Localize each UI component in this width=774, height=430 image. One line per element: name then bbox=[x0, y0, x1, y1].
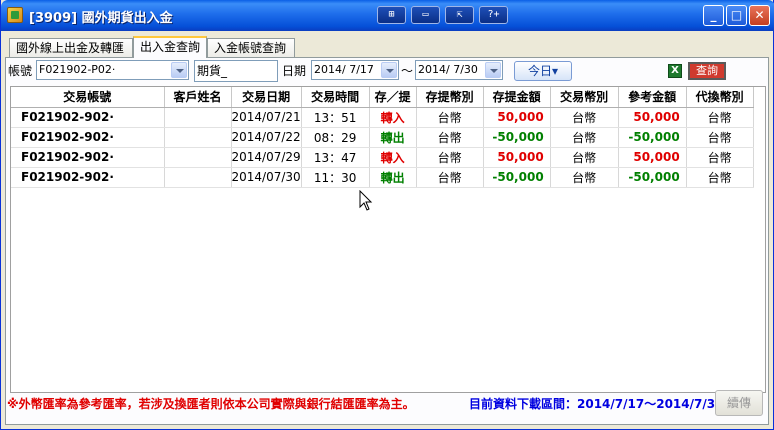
chevron-down-icon[interactable] bbox=[171, 62, 187, 78]
col-header[interactable]: 客戶姓名 bbox=[164, 87, 232, 108]
query-panel: 帳號 F021902-P02· 期貨_ 日期 2014/ 7/17 ～ 2014… bbox=[5, 57, 769, 425]
cell-ref-amount: 50,000 bbox=[618, 147, 687, 168]
cell-trade-currency: 台幣 bbox=[550, 127, 619, 148]
account-value: F021902-P02· bbox=[39, 63, 116, 76]
cell-account: F021902-902· bbox=[11, 167, 165, 188]
date-to-value: 2014/ 7/30 bbox=[418, 63, 478, 76]
col-header[interactable]: 參考金額 bbox=[618, 87, 687, 108]
tab-online-withdraw[interactable]: 國外線上出金及轉匯 bbox=[9, 38, 133, 58]
table-row[interactable]: F021902-902· 2014/07/29 13：47 轉入 台幣 50,0… bbox=[11, 147, 754, 168]
cell-time: 13：47 bbox=[301, 147, 370, 168]
table-row[interactable]: F021902-902· 2014/07/22 08：29 轉出 台幣 -50,… bbox=[11, 127, 754, 148]
col-header[interactable]: 交易幣別 bbox=[550, 87, 619, 108]
cell-type: 轉出 bbox=[369, 167, 417, 188]
cell-type: 轉入 bbox=[369, 147, 417, 168]
app-icon bbox=[7, 7, 23, 23]
cell-dep-currency: 台幣 bbox=[416, 127, 484, 148]
maximize-button[interactable]: □ bbox=[726, 5, 747, 26]
help-icon[interactable]: ?+ bbox=[479, 6, 508, 24]
query-button[interactable]: 查詢 bbox=[688, 62, 726, 80]
close-button[interactable]: ✕ bbox=[749, 5, 770, 26]
cell-account: F021902-902· bbox=[11, 127, 165, 148]
cell-dep-amount: -50,000 bbox=[483, 167, 551, 188]
cell-time: 11：30 bbox=[301, 167, 370, 188]
cell-dep-currency: 台幣 bbox=[416, 167, 484, 188]
col-header[interactable]: 交易日期 bbox=[231, 87, 302, 108]
cell-time: 08：29 bbox=[301, 127, 370, 148]
layout-icon[interactable]: ⊞ bbox=[377, 6, 406, 24]
cell-name bbox=[164, 167, 232, 188]
cell-account: F021902-902· bbox=[11, 147, 165, 168]
col-header[interactable]: 代換幣別 bbox=[686, 87, 754, 108]
cell-dep-amount: 50,000 bbox=[483, 107, 551, 128]
table-row[interactable]: F021902-902· 2014/07/21 13：51 轉入 台幣 50,0… bbox=[11, 107, 754, 128]
col-header[interactable]: 存提金額 bbox=[483, 87, 551, 108]
cell-dep-amount: 50,000 bbox=[483, 147, 551, 168]
download-range: 目前資料下載區間：2014/7/17～2014/7/30 bbox=[469, 397, 724, 411]
transaction-grid[interactable]: 交易帳號 客戶姓名 交易日期 交易時間 存／提 存提幣別 存提金額 交易幣別 參… bbox=[10, 86, 766, 393]
cell-name bbox=[164, 127, 232, 148]
cell-conv-currency: 台幣 bbox=[686, 147, 754, 168]
col-header[interactable]: 存／提 bbox=[369, 87, 417, 108]
col-header[interactable]: 存提幣別 bbox=[416, 87, 484, 108]
cell-dep-currency: 台幣 bbox=[416, 147, 484, 168]
tab-deposit-query[interactable]: 出入金查詢 bbox=[133, 36, 207, 58]
col-header[interactable]: 交易時間 bbox=[301, 87, 370, 108]
cell-date: 2014/07/22 bbox=[231, 127, 302, 148]
cell-date: 2014/07/30 bbox=[231, 167, 302, 188]
cell-conv-currency: 台幣 bbox=[686, 107, 754, 128]
cell-type: 轉入 bbox=[369, 107, 417, 128]
cell-conv-currency: 台幣 bbox=[686, 127, 754, 148]
cell-type: 轉出 bbox=[369, 127, 417, 148]
table-header-row: 交易帳號 客戶姓名 交易日期 交易時間 存／提 存提幣別 存提金額 交易幣別 參… bbox=[11, 87, 754, 108]
cell-ref-amount: -50,000 bbox=[618, 167, 687, 188]
col-header[interactable]: 交易帳號 bbox=[11, 87, 165, 108]
chevron-down-icon[interactable] bbox=[485, 62, 501, 78]
cell-time: 13：51 bbox=[301, 107, 370, 128]
date-separator: ～ bbox=[401, 64, 414, 78]
date-to-picker[interactable]: 2014/ 7/30 bbox=[415, 60, 503, 80]
excel-icon[interactable]: X bbox=[668, 64, 682, 78]
transaction-table: 交易帳號 客戶姓名 交易日期 交易時間 存／提 存提幣別 存提金額 交易幣別 參… bbox=[11, 87, 754, 188]
tab-account-query[interactable]: 入金帳號查詢 bbox=[207, 38, 295, 58]
continue-button[interactable]: 續傳 bbox=[715, 390, 763, 416]
detach-icon[interactable]: ⇱ bbox=[445, 6, 474, 24]
minimize-button[interactable]: _ bbox=[703, 5, 724, 26]
cell-date: 2014/07/29 bbox=[231, 147, 302, 168]
account-label: 帳號 bbox=[8, 64, 33, 78]
cell-name bbox=[164, 147, 232, 168]
cell-trade-currency: 台幣 bbox=[550, 107, 619, 128]
mouse-cursor-icon bbox=[359, 190, 373, 211]
cell-dep-currency: 台幣 bbox=[416, 107, 484, 128]
cell-date: 2014/07/21 bbox=[231, 107, 302, 128]
type-input[interactable]: 期貨_ bbox=[194, 60, 278, 82]
cell-dep-amount: -50,000 bbox=[483, 127, 551, 148]
app-window: [3909] 國外期貨出入金 ⊞ ▭ ⇱ ?+ _ □ ✕ 國外線上出金及轉匯 … bbox=[0, 0, 774, 430]
cell-ref-amount: -50,000 bbox=[618, 127, 687, 148]
today-button[interactable]: 今日▾ bbox=[514, 61, 572, 81]
cell-trade-currency: 台幣 bbox=[550, 167, 619, 188]
date-from-value: 2014/ 7/17 bbox=[314, 63, 374, 76]
account-select[interactable]: F021902-P02· bbox=[36, 60, 189, 80]
date-from-picker[interactable]: 2014/ 7/17 bbox=[311, 60, 399, 80]
window-title: [3909] 國外期貨出入金 bbox=[29, 11, 173, 26]
cell-account: F021902-902· bbox=[11, 107, 165, 128]
date-label: 日期 bbox=[282, 64, 307, 78]
window-icon[interactable]: ▭ bbox=[411, 6, 440, 24]
exchange-rate-note: ※外幣匯率為參考匯率，若涉及換匯者則依本公司實際與銀行結匯匯率為主。 bbox=[7, 397, 415, 411]
cell-ref-amount: 50,000 bbox=[618, 107, 687, 128]
cell-conv-currency: 台幣 bbox=[686, 167, 754, 188]
chevron-down-icon[interactable] bbox=[381, 62, 397, 78]
title-bar[interactable]: [3909] 國外期貨出入金 ⊞ ▭ ⇱ ?+ _ □ ✕ bbox=[1, 0, 774, 31]
cell-trade-currency: 台幣 bbox=[550, 147, 619, 168]
table-row[interactable]: F021902-902· 2014/07/30 11：30 轉出 台幣 -50,… bbox=[11, 167, 754, 188]
cell-name bbox=[164, 107, 232, 128]
